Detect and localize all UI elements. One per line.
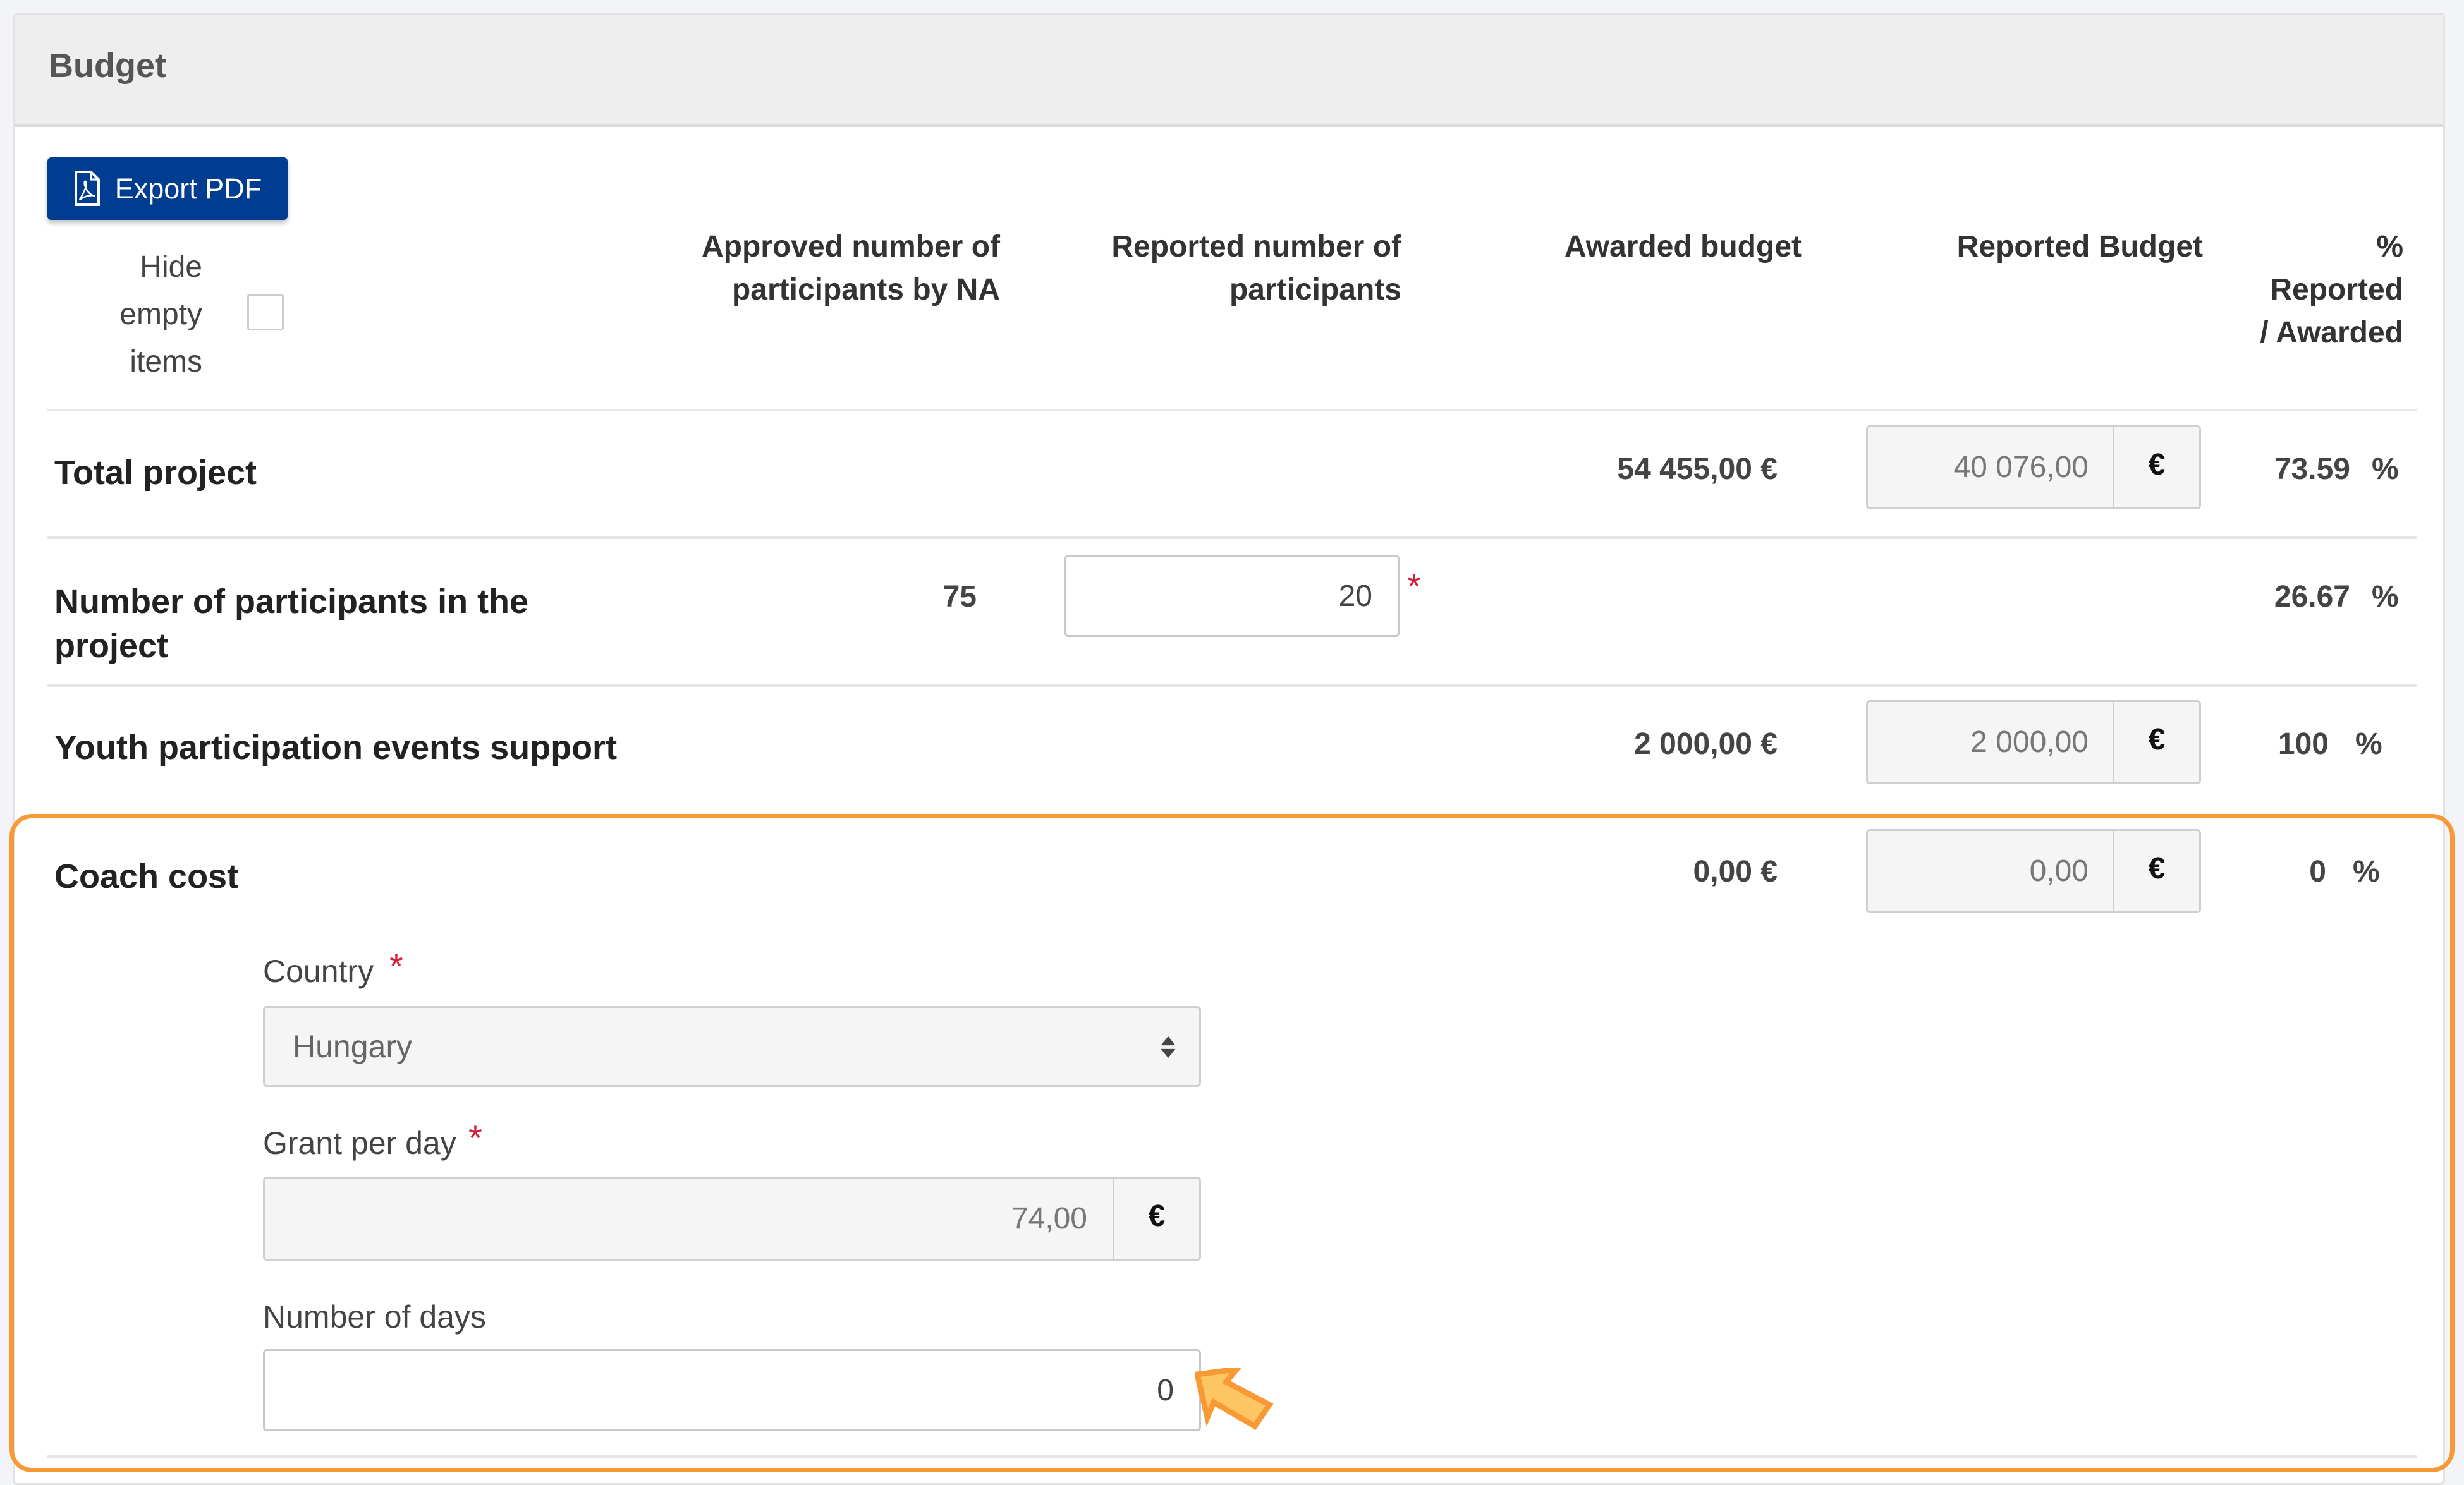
column-header-line: Reported [2270,273,2403,306]
hide-empty-label-line: Hide [140,250,202,284]
number-of-days-input[interactable] [263,1349,1201,1431]
column-header-reported-participants: Reported number of participants [1062,226,1401,312]
percent-sign: % [2353,855,2380,888]
row-divider [47,684,2417,687]
number-of-days-label: Number of days [263,1299,486,1335]
grant-per-day-value: 74,00 [1011,1202,1087,1235]
youth-reported-value: 2 000,00 [1970,725,2089,759]
column-header-line: % [2376,230,2403,264]
youth-reported-field: 2 000,00 € [1866,700,2201,784]
euro-currency-addon: € [2113,702,2199,782]
total-awarded-value: 54 455,00 € [1617,452,1778,486]
row-divider [47,409,2417,411]
row-label-line: Number of participants in the [54,583,529,621]
total-reported-value: 40 076,00 [1953,451,2089,484]
coach-percent-value: 0 [2309,855,2326,888]
column-header-reported-budget: Reported Budget [1956,230,2203,264]
grant-per-day-field: 74,00 € [263,1177,1201,1261]
total-percent-value: 73.59 [2274,452,2350,486]
export-pdf-button[interactable]: Export PDF [47,157,288,220]
column-header-line: Approved number of [701,230,1000,264]
required-asterisk: * [1407,566,1421,606]
pdf-file-icon [74,170,100,206]
percent-sign: % [2355,727,2382,761]
row-label-participants: Number of participants in the project [54,579,528,668]
reported-participants-input[interactable] [1064,555,1400,637]
required-asterisk: * [468,1118,482,1158]
hide-empty-label: Hide empty items [82,243,202,385]
required-asterisk: * [389,946,403,986]
row-label-total-project: Total project [54,454,257,492]
hide-empty-label-line: empty [119,298,202,331]
euro-currency-addon: € [1113,1179,1199,1259]
percent-sign: % [2372,580,2399,614]
column-header-line: participants [1229,273,1401,306]
row-label-line: project [54,627,169,665]
row-divider [47,536,2417,539]
column-header-line: Reported number of [1111,230,1401,264]
country-select-value: Hungary [293,1029,412,1064]
hide-empty-label-line: items [130,345,202,379]
hide-empty-checkbox[interactable] [247,294,284,330]
participants-approved-value: 75 [942,580,977,614]
export-pdf-label: Export PDF [114,172,262,205]
row-label-youth-events: Youth participation events support [54,729,618,767]
euro-currency-addon: € [2113,831,2199,911]
euro-currency-addon: € [2113,427,2199,507]
row-divider [47,1455,2417,1458]
grant-per-day-label: Grant per day [263,1125,456,1161]
coach-awarded-value: 0,00 € [1693,855,1778,888]
participants-percent-value: 26.67 [2274,580,2350,614]
column-header-awarded: Awarded budget [1564,230,1802,264]
youth-percent-value: 100 [2278,727,2329,761]
highlight-arrow-icon [1195,1368,1274,1431]
column-header-line: / Awarded [2260,316,2403,349]
column-header-line: participants by NA [731,273,1000,306]
percent-sign: % [2372,452,2399,486]
country-label: Country [263,954,374,989]
column-header-approved: Approved number of participants by NA [670,226,1000,312]
coach-reported-field: 0,00 € [1866,829,2201,913]
panel-title: Budget [49,47,166,85]
row-label-coach-cost: Coach cost [54,858,239,895]
youth-awarded-value: 2 000,00 € [1634,727,1778,761]
country-select[interactable]: Hungary [263,1006,1201,1087]
total-reported-field: 40 076,00 € [1866,425,2201,509]
column-header-percent: % Reported / Awarded [2225,226,2403,355]
panel-header: Budget [15,15,2443,127]
select-sort-arrows-icon [1161,1036,1176,1058]
coach-reported-value: 0,00 [2029,854,2089,888]
